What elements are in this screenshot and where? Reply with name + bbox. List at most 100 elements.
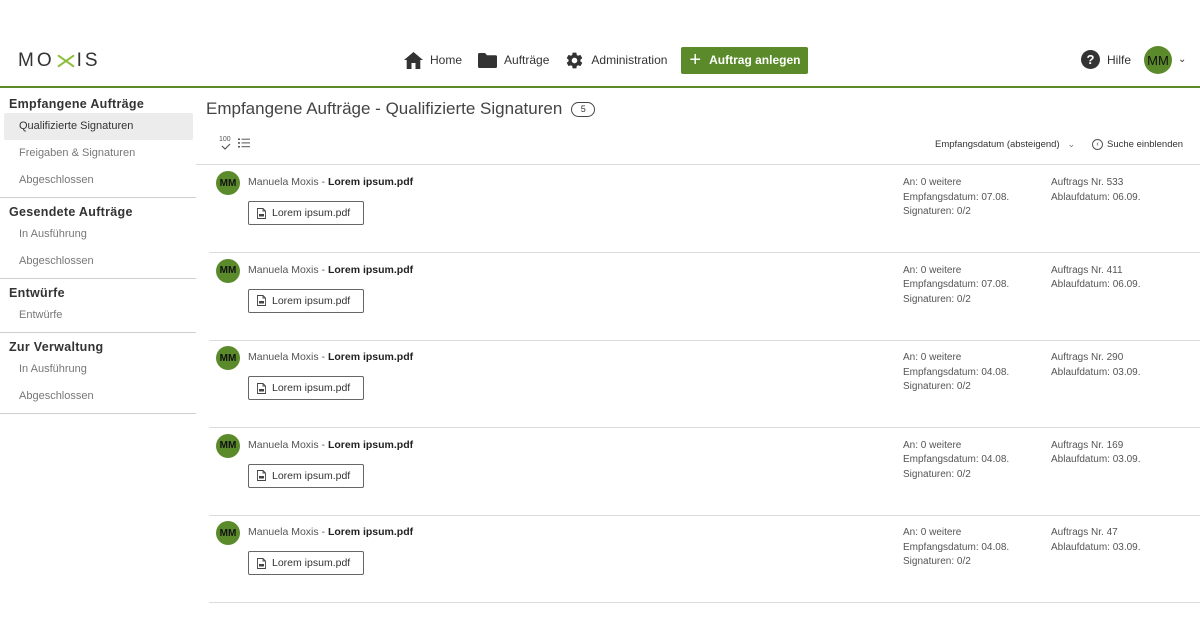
sender-avatar: MM bbox=[216, 433, 240, 458]
pdf-file-icon bbox=[257, 207, 266, 219]
nav-administration-label: Administration bbox=[591, 53, 668, 67]
sidebar-group-admin: Zur Verwaltung In Ausführung Abgeschloss… bbox=[0, 333, 196, 414]
file-name: Lorem ipsum.pdf bbox=[327, 351, 414, 364]
received-date: Empfangsdatum: 04.08. bbox=[903, 454, 1010, 466]
recipients-text: An: 0 weitere bbox=[903, 527, 962, 539]
recipients-text: An: 0 weitere bbox=[903, 352, 962, 364]
order-number: Auftrags Nr. 411 bbox=[1051, 264, 1123, 276]
pdf-file-icon bbox=[257, 470, 266, 482]
create-order-label: Auftrag anlegen bbox=[709, 53, 801, 67]
order-row[interactable]: MM Manuela Moxis - Lorem ipsum.pdf Lorem… bbox=[209, 253, 1200, 341]
sidebar-item-drafts[interactable]: Entwürfe bbox=[4, 302, 193, 329]
nav-home[interactable]: Home bbox=[404, 51, 463, 69]
order-meta-secondary: Auftrags Nr. 290 Ablaufdatum: 03.09. bbox=[1051, 351, 1141, 380]
order-row[interactable]: MM Manuela Moxis - Lorem ipsum.pdf Lorem… bbox=[209, 515, 1200, 604]
sender-avatar: MM bbox=[216, 521, 240, 546]
app-header: MO IS Home Aufträge Administration + Auft… bbox=[0, 0, 1200, 88]
folder-icon bbox=[478, 52, 498, 68]
list-view-icon[interactable] bbox=[238, 138, 250, 148]
nav-auftraege[interactable]: Aufträge bbox=[478, 52, 550, 68]
compact-view-label: 100 bbox=[219, 136, 231, 143]
file-name: Lorem ipsum.pdf bbox=[327, 526, 414, 539]
logo-x-icon bbox=[56, 51, 76, 71]
order-row[interactable]: MM Manuela Moxis - Lorem ipsum.pdf Lorem… bbox=[209, 340, 1200, 429]
order-meta-secondary: Auftrags Nr. 47 Ablaufdatum: 03.09. bbox=[1051, 526, 1141, 555]
nav-administration[interactable]: Administration bbox=[565, 51, 667, 70]
nav-auftraege-label: Aufträge bbox=[504, 53, 550, 67]
sidebar-group-sent: Gesendete Aufträge In Ausführung Abgesch… bbox=[0, 198, 196, 279]
sidebar-item-admin-completed[interactable]: Abgeschlossen bbox=[4, 383, 193, 410]
sender-avatar: MM bbox=[216, 171, 240, 195]
sender-line: Manuela Moxis - Lorem ipsum.pdf bbox=[248, 439, 413, 451]
order-number: Auftrags Nr. 47 bbox=[1051, 527, 1118, 539]
main-nav: Home Aufträge Administration + Auftrag a… bbox=[404, 46, 809, 74]
help-link[interactable]: ? Hilfe bbox=[1081, 50, 1131, 69]
create-order-button[interactable]: + Auftrag anlegen bbox=[681, 46, 809, 74]
search-toggle-button[interactable]: ‹ Suche einblenden bbox=[1092, 139, 1183, 150]
sidebar-heading-sent: Gesendete Aufträge bbox=[9, 205, 133, 219]
order-meta: An: 0 weitere Empfangsdatum: 07.08. Sign… bbox=[903, 264, 1009, 308]
received-date: Empfangsdatum: 04.08. bbox=[903, 541, 1010, 553]
logo-text-left: MO bbox=[18, 50, 55, 71]
count-badge: 5 bbox=[571, 101, 596, 117]
received-date: Empfangsdatum: 04.08. bbox=[903, 366, 1010, 378]
sender-name: Manuela Moxis - bbox=[248, 351, 328, 364]
sender-line: Manuela Moxis - Lorem ipsum.pdf bbox=[248, 351, 413, 363]
sender-line: Manuela Moxis - Lorem ipsum.pdf bbox=[248, 526, 413, 538]
sidebar-item-admin-in-progress[interactable]: In Ausführung bbox=[4, 356, 193, 383]
document-label: Lorem ipsum.pdf bbox=[272, 557, 351, 570]
nav-home-label: Home bbox=[430, 53, 463, 67]
sidebar-item-received-completed[interactable]: Abgeschlossen bbox=[4, 167, 193, 194]
document-label: Lorem ipsum.pdf bbox=[272, 382, 351, 395]
sidebar-item-approvals-signatures[interactable]: Freigaben & Signaturen bbox=[4, 140, 193, 167]
order-number: Auftrags Nr. 169 bbox=[1051, 439, 1124, 451]
file-name: Lorem ipsum.pdf bbox=[327, 438, 414, 451]
expiry-date: Ablaufdatum: 06.09. bbox=[1051, 279, 1141, 291]
document-button[interactable]: Lorem ipsum.pdf bbox=[248, 551, 364, 576]
pdf-file-icon bbox=[257, 557, 266, 569]
sidebar-item-sent-in-progress[interactable]: In Ausführung bbox=[4, 221, 193, 248]
plus-icon: + bbox=[689, 49, 702, 71]
document-button[interactable]: Lorem ipsum.pdf bbox=[248, 201, 364, 225]
gear-icon bbox=[567, 52, 583, 68]
received-date: Empfangsdatum: 07.08. bbox=[903, 191, 1010, 203]
signature-count: Signaturen: 0/2 bbox=[903, 293, 971, 305]
signature-count: Signaturen: 0/2 bbox=[903, 381, 971, 393]
order-meta: An: 0 weitere Empfangsdatum: 07.08. Sign… bbox=[903, 176, 1009, 220]
pdf-file-icon bbox=[257, 295, 266, 307]
order-meta: An: 0 weitere Empfangsdatum: 04.08. Sign… bbox=[903, 526, 1009, 570]
order-meta: An: 0 weitere Empfangsdatum: 04.08. Sign… bbox=[903, 439, 1009, 483]
expiry-date: Ablaufdatum: 06.09. bbox=[1051, 191, 1141, 203]
sort-dropdown[interactable]: Empfangsdatum (absteigend) ⌄ bbox=[935, 139, 1075, 150]
sender-name: Manuela Moxis - bbox=[248, 526, 328, 539]
order-row[interactable]: MM Manuela Moxis - Lorem ipsum.pdf Lorem… bbox=[209, 165, 1200, 253]
order-meta-secondary: Auftrags Nr. 533 Ablaufdatum: 06.09. bbox=[1051, 176, 1141, 205]
pdf-file-icon bbox=[257, 382, 266, 394]
help-label: Hilfe bbox=[1107, 52, 1132, 67]
home-icon bbox=[404, 51, 423, 69]
document-button[interactable]: Lorem ipsum.pdf bbox=[248, 463, 364, 488]
expiry-date: Ablaufdatum: 03.09. bbox=[1051, 366, 1141, 378]
user-avatar[interactable]: MM bbox=[1144, 46, 1172, 74]
document-label: Lorem ipsum.pdf bbox=[272, 469, 351, 482]
compact-view-icon[interactable]: 100 bbox=[219, 136, 233, 150]
view-toggle: 100 bbox=[219, 136, 250, 150]
sidebar-group-received: Empfangene Aufträge Qualifizierte Signat… bbox=[0, 90, 196, 198]
order-meta-secondary: Auftrags Nr. 411 Ablaufdatum: 06.09. bbox=[1051, 264, 1141, 293]
sidebar: Empfangene Aufträge Qualifizierte Signat… bbox=[0, 90, 196, 414]
sender-name: Manuela Moxis - bbox=[248, 263, 328, 276]
moxis-logo[interactable]: MO IS bbox=[18, 50, 101, 72]
order-row[interactable]: MM Manuela Moxis - Lorem ipsum.pdf Lorem… bbox=[209, 428, 1200, 516]
sender-line: Manuela Moxis - Lorem ipsum.pdf bbox=[248, 176, 413, 188]
order-meta: An: 0 weitere Empfangsdatum: 04.08. Sign… bbox=[903, 351, 1009, 395]
search-toggle-label: Suche einblenden bbox=[1107, 139, 1184, 150]
document-button[interactable]: Lorem ipsum.pdf bbox=[248, 376, 364, 401]
sidebar-item-qualified-signatures[interactable]: Qualifizierte Signaturen bbox=[4, 113, 193, 140]
chevron-down-icon[interactable]: ⌄ bbox=[1178, 54, 1186, 65]
page-title: Empfangene Aufträge - Qualifizierte Sign… bbox=[206, 99, 596, 119]
sidebar-item-sent-completed[interactable]: Abgeschlossen bbox=[4, 248, 193, 275]
document-button[interactable]: Lorem ipsum.pdf bbox=[248, 288, 364, 313]
order-number: Auftrags Nr. 290 bbox=[1051, 352, 1124, 364]
chevron-down-icon: ⌄ bbox=[1067, 139, 1076, 149]
sender-name: Manuela Moxis - bbox=[248, 438, 328, 451]
